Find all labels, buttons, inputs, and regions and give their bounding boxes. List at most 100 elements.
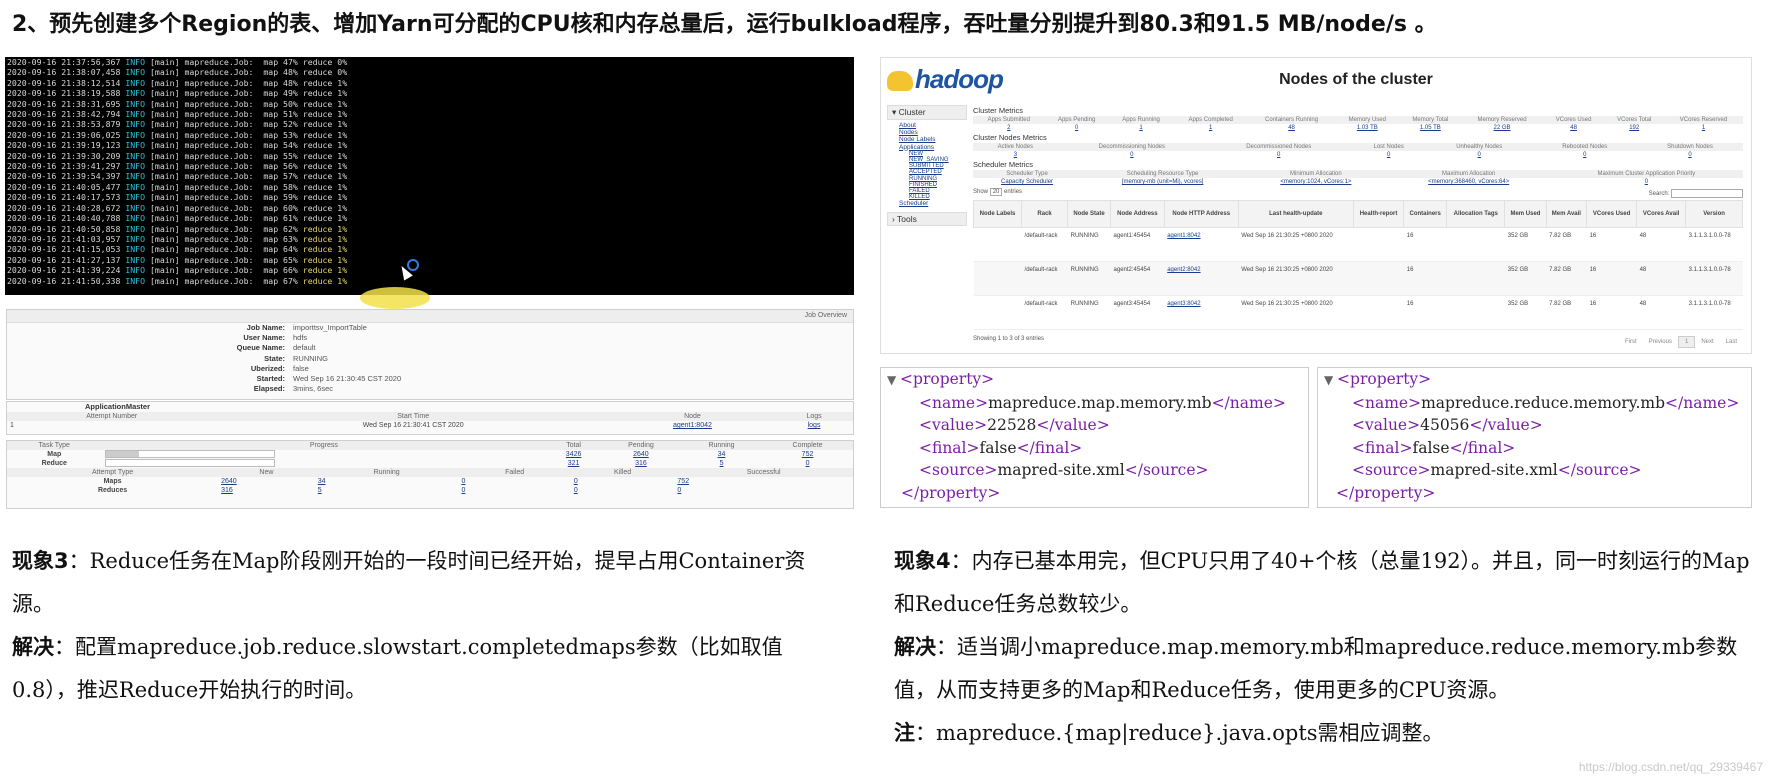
cluster-metric-value: 22 GB [1461,124,1542,132]
collapse-triangle-icon[interactable]: ▼ [1324,373,1337,387]
task-complete-link[interactable]: 752 [802,451,814,458]
terminal-window[interactable]: 2020-09-16 21:37:56,367 INFO [main] mapr… [5,57,854,295]
cluster-metric-col: Apps Completed [1173,116,1248,124]
node-metric-value-link[interactable]: 0 [1478,152,1481,158]
sidebar-link[interactable]: Applications [887,144,967,151]
cluster-metric-value-link[interactable]: 1.05 TB [1420,125,1441,131]
nodes-col-header[interactable]: Allocation Tags [1446,200,1506,228]
xml-close-tag: </property> [1336,483,1436,502]
log-message: [main] mapreduce.Job: map 56% [145,161,303,172]
scheduler-metric-value-link[interactable]: 0 [1645,179,1648,185]
node-http-link[interactable]: agent2:8042 [1167,267,1200,273]
node-http-link[interactable]: agent1:8042 [1167,233,1200,239]
nodes-col-header[interactable]: Node Labels [972,200,1023,228]
pager-button[interactable]: First [1619,337,1643,347]
cluster-metric-value-link[interactable]: 0 [1075,125,1078,131]
node-metric-col: Lost Nodes [1351,143,1426,151]
nodes-col-header[interactable]: Mem Used [1504,200,1547,228]
cluster-metric-value-link[interactable]: 48 [1570,125,1577,131]
cluster-metric-value-link[interactable]: 22 GB [1494,125,1511,131]
cluster-metric-value-link[interactable]: 1.03 TB [1357,125,1378,131]
log-reduce-progress: reduce 1% [302,254,348,265]
node-metric-value-link[interactable]: 0 [1130,152,1133,158]
sidebar-section-tools[interactable]: › Tools [887,211,967,226]
attempt-running-link[interactable]: 34 [318,478,326,485]
node-metric-value-link[interactable]: 3 [1014,152,1017,158]
scheduler-metric-value-link[interactable]: <memory:368460, vCores:64> [1428,179,1509,185]
nodes-col-header[interactable]: Node HTTP Address [1163,200,1239,228]
task-pending-link[interactable]: 2640 [633,451,649,458]
node-mavail: 7.82 GB [1546,227,1587,262]
task-total-link[interactable]: 3426 [566,451,582,458]
log-level: INFO [125,129,146,140]
pager-button[interactable]: Previous [1643,337,1678,347]
pager-button[interactable]: Last [1720,337,1743,347]
log-level: INFO [125,109,146,120]
attempt-killed-link[interactable]: 0 [574,478,578,485]
page-size-select[interactable]: 20 [989,188,1003,196]
cluster-metric-value-link[interactable]: 192 [1629,125,1639,131]
job-field: Uberized: false [7,364,853,374]
sidebar-link[interactable]: About [887,122,967,129]
attempt-successful-link[interactable]: 0 [677,487,681,494]
log-timestamp: 2020-09-16 21:40:40,788 [7,213,126,224]
attempt-new-link[interactable]: 2640 [221,478,237,485]
node-http-link[interactable]: agent3:8042 [1167,301,1200,307]
attempt-killed-link[interactable]: 0 [574,487,578,494]
scheduler-metric-value-link[interactable]: [memory-mb (unit=Mi), vcores] [1122,179,1204,185]
nodes-col-header[interactable]: Containers [1403,200,1448,228]
sidebar-link[interactable]: Scheduler [887,200,967,207]
nodes-col-header[interactable]: Rack [1021,200,1069,228]
sidebar-section-cluster[interactable]: ▾ Cluster [887,105,967,120]
terminal-line: 2020-09-16 21:38:07,458 INFO [main] mapr… [5,67,854,77]
sidebar-link[interactable]: Nodes [887,129,967,136]
xml-value-value: 22528 [987,416,1037,434]
cluster-metric-value-link[interactable]: 48 [1288,125,1295,131]
attempt-failed-link[interactable]: 0 [461,487,465,494]
cluster-metric-value-link[interactable]: 1 [1209,125,1212,131]
task-running-link[interactable]: 5 [720,460,724,467]
nodes-table: Node Labels Rack Node State Node Address Nod… [972,200,1743,330]
pager-button[interactable]: 1 [1677,336,1696,348]
scheduler-metric-value-link[interactable]: Capacity Scheduler [1001,179,1053,185]
node-metric-header: Active Nodes Decommissioning Nodes Decommi… [973,143,1743,151]
scheduler-metric-value-link[interactable]: <memory:1024, vCores:1> [1280,179,1351,185]
task-running-link[interactable]: 34 [718,451,726,458]
search-input[interactable] [1671,189,1743,198]
attempt-new-link[interactable]: 316 [221,487,233,494]
task-complete-link[interactable]: 0 [806,460,810,467]
task-total-link[interactable]: 321 [568,460,580,467]
sidebar-link[interactable]: Node Labels [887,136,967,143]
nodes-col-header[interactable]: Version [1685,200,1743,228]
pager-button[interactable]: Next [1695,337,1719,347]
nodes-col-header[interactable]: VCores Avail [1636,200,1687,228]
node-row: /default-rack RUNNING agent2:45454 agent2:8… [973,261,1743,296]
log-timestamp: 2020-09-16 21:40:28,672 [7,202,126,213]
collapse-triangle-icon[interactable]: ▼ [887,373,900,387]
nodes-col-header[interactable]: Node Address [1110,200,1165,228]
nodes-col-header[interactable]: Node State [1067,200,1112,228]
node-metric-value-link[interactable]: 0 [1387,152,1390,158]
cluster-metric-value-link[interactable]: 2 [1007,125,1010,131]
node-state: RUNNING [1067,261,1111,296]
cluster-metric-value-link[interactable]: 1 [1702,125,1705,131]
node-metric-value-link[interactable]: 0 [1688,152,1691,158]
cluster-metric-value-link[interactable]: 1 [1139,125,1142,131]
log-level: INFO [125,223,146,234]
nodes-col-header[interactable]: Health-report [1352,200,1405,228]
nodes-col-header[interactable]: Last health-update [1237,200,1354,228]
attempt-running-link[interactable]: 5 [318,487,322,494]
node-metric-value-link[interactable]: 0 [1277,152,1280,158]
node-link[interactable]: agent1:8042 [673,422,712,429]
nodes-col-header[interactable]: VCores Used [1586,200,1638,228]
task-pending-link[interactable]: 316 [635,460,647,467]
node-metric-col: Rebooted Nodes [1532,143,1638,151]
logs-link[interactable]: logs [808,422,821,429]
log-message: [main] mapreduce.Job: map 53% [145,129,303,140]
log-level: INFO [125,88,146,99]
scheduler-metric-col: Minimum Allocation [1244,170,1388,178]
attempt-successful-link[interactable]: 752 [677,478,689,485]
attempt-failed-link[interactable]: 0 [461,478,465,485]
nodes-col-header[interactable]: Mem Avail [1545,200,1588,228]
node-metric-value-link[interactable]: 0 [1583,152,1586,158]
